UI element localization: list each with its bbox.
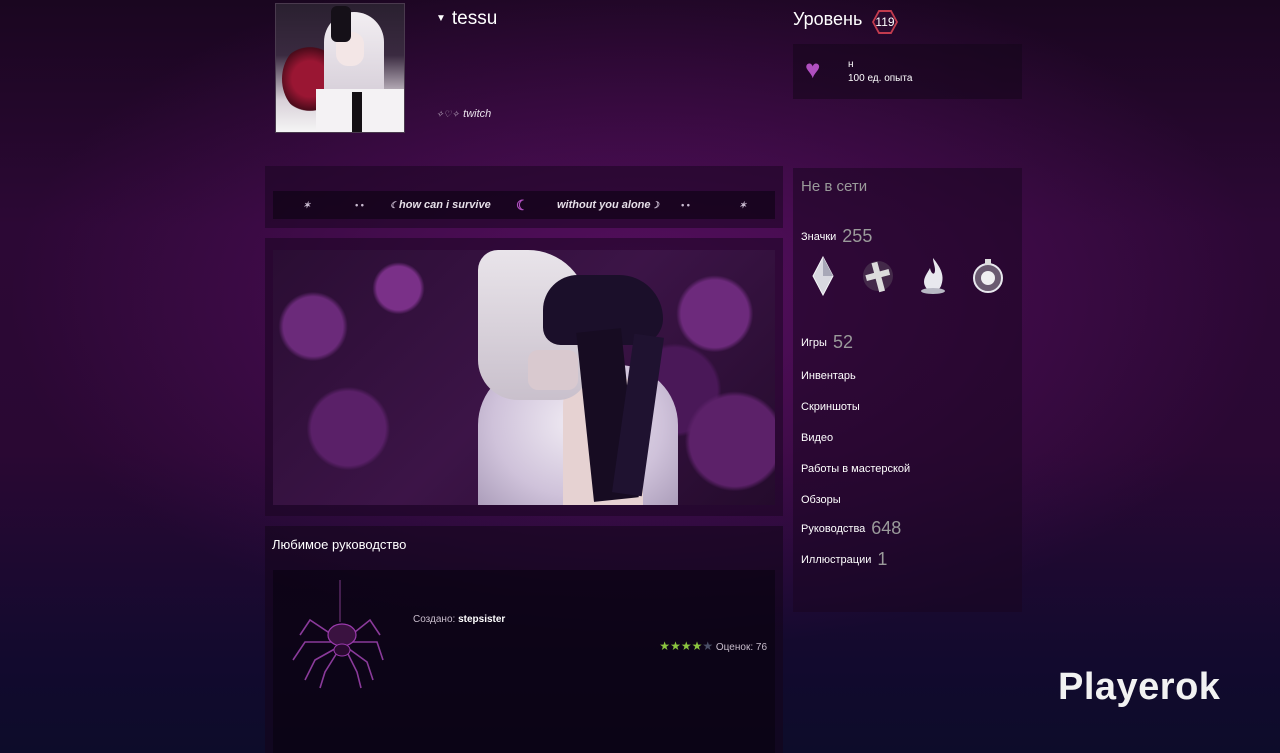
guides-link[interactable]: Руководства 648 xyxy=(801,518,901,539)
author-name[interactable]: stepsister xyxy=(458,614,505,625)
profile-sidebar: Не в сети Значки 255 Игры 52 Инвентарь Скр… xyxy=(793,168,1022,612)
guide-author-line: Создано: stepsister xyxy=(413,614,505,625)
favorite-guide-showcase: Любимое руководство Создано: stepsister … xyxy=(265,526,783,753)
profile-link-text: twitch xyxy=(463,108,492,120)
screenshots-link[interactable]: Скриншоты xyxy=(801,401,860,413)
featured-badge[interactable]: ♥ н 100 ед. опыта xyxy=(793,44,1022,99)
moon-icon: ☾ xyxy=(516,196,529,213)
playerok-watermark: Playerok xyxy=(1058,666,1221,708)
star-empty-icon: ★ xyxy=(702,639,714,653)
artwork-image[interactable] xyxy=(273,250,775,505)
guides-count: 648 xyxy=(871,518,902,538)
orb-badge-icon[interactable] xyxy=(970,256,1006,296)
quote-text-right: without you alone xyxy=(557,199,651,211)
badges-link[interactable]: Значки 255 xyxy=(801,226,872,247)
heart-wings-icon: ✧♡✧ xyxy=(436,109,460,119)
star-filled-icon: ★ xyxy=(680,639,692,653)
profile-link[interactable]: ✧♡✧ twitch xyxy=(436,108,491,120)
heart-icon: ♥ xyxy=(805,54,821,84)
reviews-link[interactable]: Обзоры xyxy=(801,494,841,506)
persona-name-dropdown[interactable]: ▼ tessu xyxy=(436,8,497,30)
featured-badge-xp: 100 ед. опыта xyxy=(848,73,913,84)
guide-card[interactable]: Создано: stepsister ★★★★★ Оценок: 76 xyxy=(273,570,775,753)
crystal-badge-icon[interactable] xyxy=(805,256,841,296)
videos-link[interactable]: Видео xyxy=(801,432,833,444)
guide-rating: ★★★★★ Оценок: 76 xyxy=(659,639,767,653)
cross-badge-icon[interactable] xyxy=(860,256,896,296)
sparkle-icon: ✶ xyxy=(303,199,311,210)
star-filled-icon: ★ xyxy=(691,639,703,653)
quote-strip: ✶ • • ☾ how can i survive ☾ without you … xyxy=(273,191,775,219)
quote-showcase: ✶ • • ☾ how can i survive ☾ without you … xyxy=(265,166,783,228)
favorite-guide-title: Любимое руководство xyxy=(272,537,407,552)
games-label: Игры xyxy=(801,337,827,349)
sparkle-icon: ✶ xyxy=(739,199,747,210)
level-label: Уровень xyxy=(793,9,863,29)
workshop-link[interactable]: Работы в мастерской xyxy=(801,463,910,475)
online-status: Не в сети xyxy=(801,178,868,195)
inventory-link[interactable]: Инвентарь xyxy=(801,370,856,382)
spider-icon xyxy=(292,580,384,689)
badges-count: 255 xyxy=(842,226,873,246)
profile-avatar[interactable] xyxy=(275,3,405,133)
level-badge[interactable]: 119 xyxy=(872,10,898,34)
caret-down-icon: ▼ xyxy=(436,13,446,25)
dots-icon: • • xyxy=(355,200,364,210)
featured-badge-name: н xyxy=(848,59,854,70)
persona-name: tessu xyxy=(451,8,498,29)
flame-badge-icon[interactable] xyxy=(915,256,951,296)
dots-icon: • • xyxy=(681,200,690,210)
games-link[interactable]: Игры 52 xyxy=(801,332,853,353)
level-value: 119 xyxy=(875,15,895,29)
star-filled-icon: ★ xyxy=(670,639,681,653)
artwork-showcase xyxy=(265,238,783,516)
artwork-label: Иллюстрации xyxy=(801,554,872,566)
star-filled-icon: ★ xyxy=(659,639,671,653)
crescent-icon: ☾ xyxy=(390,199,399,210)
quote-text-left: how can i survive xyxy=(399,199,491,211)
crescent-icon: ☽ xyxy=(651,199,660,210)
artwork-link[interactable]: Иллюстрации 1 xyxy=(801,549,887,570)
games-count: 52 xyxy=(832,332,853,352)
artwork-count: 1 xyxy=(877,549,888,569)
guides-label: Руководства xyxy=(801,523,866,535)
author-label: Создано: xyxy=(413,614,456,625)
ratings-count: Оценок: 76 xyxy=(715,642,767,653)
badges-label: Значки xyxy=(801,231,837,243)
